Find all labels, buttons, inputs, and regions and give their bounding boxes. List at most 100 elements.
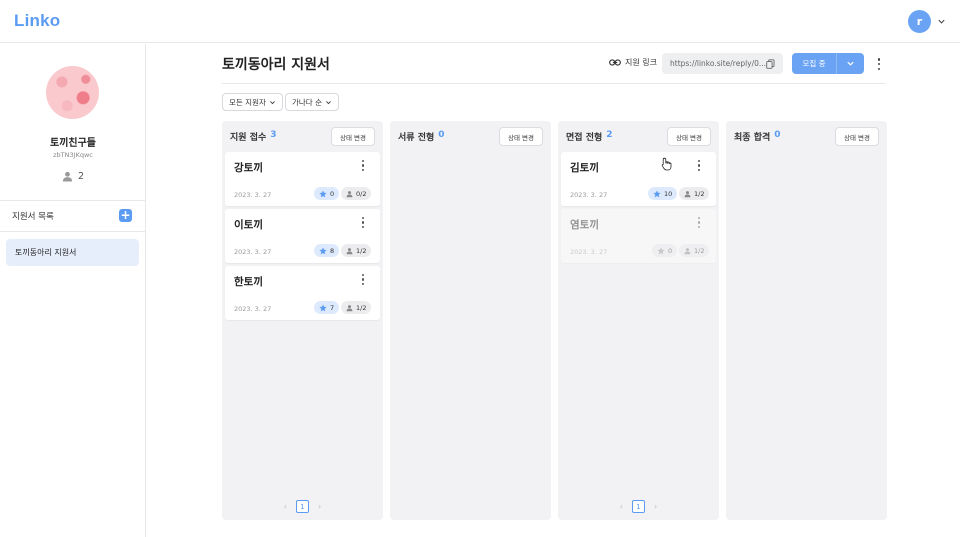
card-more-icon[interactable] (360, 217, 366, 228)
column-interview: 면접 전형 2 상태 변경 김토끼 2023. 3. 27 10 1/2 염토끼… (558, 121, 719, 520)
applicant-filter-label: 모든 지원자 (229, 97, 266, 107)
pagination: ‹ 1 › (222, 500, 383, 513)
applicant-name: 이토끼 (234, 219, 263, 231)
change-status-button[interactable]: 상태 변경 (667, 127, 711, 146)
review-count: 1/2 (356, 246, 367, 255)
applicant-card[interactable]: 강토끼 2023. 3. 27 0 0/2 (225, 152, 380, 206)
applicant-name: 염토끼 (570, 219, 599, 231)
chevron-down-icon[interactable] (937, 17, 946, 26)
pagination: ‹ 1 › (558, 500, 719, 513)
star-icon (653, 189, 661, 197)
star-icon (319, 303, 327, 311)
star-score-badge: 7 (314, 301, 340, 314)
applicant-card[interactable]: 한토끼 2023. 3. 27 7 1/2 (225, 266, 380, 320)
recruit-status-button[interactable]: 모집 중 (792, 53, 864, 74)
column-count: 0 (438, 130, 445, 140)
column-count: 0 (774, 130, 781, 140)
sort-label: 가나다 순 (292, 97, 322, 107)
app-logo[interactable]: Linko (14, 11, 60, 31)
column-title: 지원 접수 (230, 133, 267, 143)
hand-cursor-icon (661, 157, 672, 171)
recruit-dropdown[interactable] (837, 59, 864, 68)
applicant-name: 강토끼 (234, 162, 263, 174)
review-count-badge: 1/2 (679, 244, 710, 257)
applicant-filter-dropdown[interactable]: 모든 지원자 (222, 93, 283, 111)
person-icon (684, 190, 691, 197)
chevron-down-icon (326, 100, 331, 104)
applicant-date: 2023. 3. 27 (570, 248, 608, 256)
review-count-badge: 1/2 (341, 244, 372, 257)
card-more-icon[interactable] (696, 217, 702, 228)
change-status-button[interactable]: 상태 변경 (499, 127, 543, 146)
chevron-down-icon (847, 61, 854, 66)
column-document-review: 서류 전형 0 상태 변경 (390, 121, 551, 520)
change-status-button[interactable]: 상태 변경 (835, 127, 879, 146)
recruit-status-label: 모집 중 (802, 59, 826, 68)
forms-list-title: 지원서 목록 (12, 212, 54, 222)
prev-page-icon[interactable]: ‹ (620, 502, 623, 511)
column-title: 서류 전형 (398, 133, 435, 143)
column-count: 3 (270, 130, 277, 140)
member-count-value: 2 (77, 171, 85, 182)
column-header: 서류 전형 0 (398, 130, 445, 143)
next-page-icon[interactable]: › (654, 502, 657, 511)
star-score: 8 (330, 246, 335, 255)
applicant-name: 김토끼 (570, 162, 599, 174)
sidebar-item-form[interactable]: 토끼동아리 지원서 (6, 239, 139, 266)
more-options-icon[interactable] (874, 57, 884, 71)
link-url-text: https://linko.site/reply/0... (670, 59, 767, 68)
review-count: 1/2 (694, 189, 705, 198)
chevron-down-icon (269, 100, 275, 104)
star-icon (657, 246, 665, 254)
prev-page-icon[interactable]: ‹ (284, 502, 287, 511)
column-title: 최종 합격 (734, 133, 771, 143)
copy-icon[interactable] (766, 58, 775, 69)
card-more-icon[interactable] (360, 160, 366, 171)
person-icon (62, 171, 73, 182)
divider (0, 200, 146, 201)
column-header: 면접 전형 2 (566, 130, 613, 143)
sidebar-item-label: 토끼동아리 지원서 (15, 248, 77, 257)
user-menu[interactable]: r (908, 10, 946, 33)
club-code: zbTN3JKqwc (53, 151, 93, 159)
star-score-badge: 8 (314, 244, 340, 257)
column-count: 2 (606, 130, 613, 140)
sort-dropdown[interactable]: 가나다 순 (285, 93, 339, 111)
applicant-card[interactable]: 이토끼 2023. 3. 27 8 1/2 (225, 209, 380, 263)
person-icon (346, 304, 353, 311)
add-form-button[interactable]: + (119, 209, 132, 222)
star-score: 10 (664, 189, 673, 198)
card-more-icon[interactable] (360, 274, 366, 285)
link-url-field[interactable]: https://linko.site/reply/0... (662, 53, 783, 74)
person-icon (346, 247, 353, 254)
applicant-card[interactable]: 김토끼 2023. 3. 27 10 1/2 (561, 152, 716, 206)
column-title: 면접 전형 (566, 133, 603, 143)
applicant-card[interactable]: 염토끼 2023. 3. 27 0 1/2 (561, 209, 716, 263)
review-count-badge: 1/2 (341, 301, 372, 314)
change-status-button[interactable]: 상태 변경 (331, 127, 375, 146)
top-bar: Linko (0, 0, 960, 43)
sidebar: 토끼친구들 zbTN3JKqwc 2 지원서 목록 + 토끼동아리 지원서 (0, 44, 146, 537)
applicant-date: 2023. 3. 27 (234, 305, 272, 313)
person-icon (684, 247, 691, 254)
card-more-icon[interactable] (696, 160, 702, 171)
review-count: 0/2 (356, 189, 367, 198)
applicant-date: 2023. 3. 27 (234, 191, 272, 199)
divider (0, 231, 146, 232)
divider (222, 83, 886, 84)
apply-link-button[interactable]: 지원 링크 (609, 57, 657, 68)
column-header: 지원 접수 3 (230, 130, 277, 143)
page-title: 토끼동아리 지원서 (222, 57, 330, 73)
user-avatar[interactable]: r (908, 10, 931, 33)
review-count: 1/2 (694, 246, 705, 255)
review-count-badge: 1/2 (679, 187, 710, 200)
star-icon (319, 189, 327, 197)
page-number[interactable]: 1 (296, 500, 309, 513)
next-page-icon[interactable]: › (318, 502, 321, 511)
link-icon (609, 59, 621, 66)
page-number[interactable]: 1 (632, 500, 645, 513)
star-score: 0 (668, 246, 673, 255)
applicant-name: 한토끼 (234, 276, 263, 288)
review-count-badge: 0/2 (341, 187, 372, 200)
club-name: 토끼친구들 (50, 138, 96, 149)
